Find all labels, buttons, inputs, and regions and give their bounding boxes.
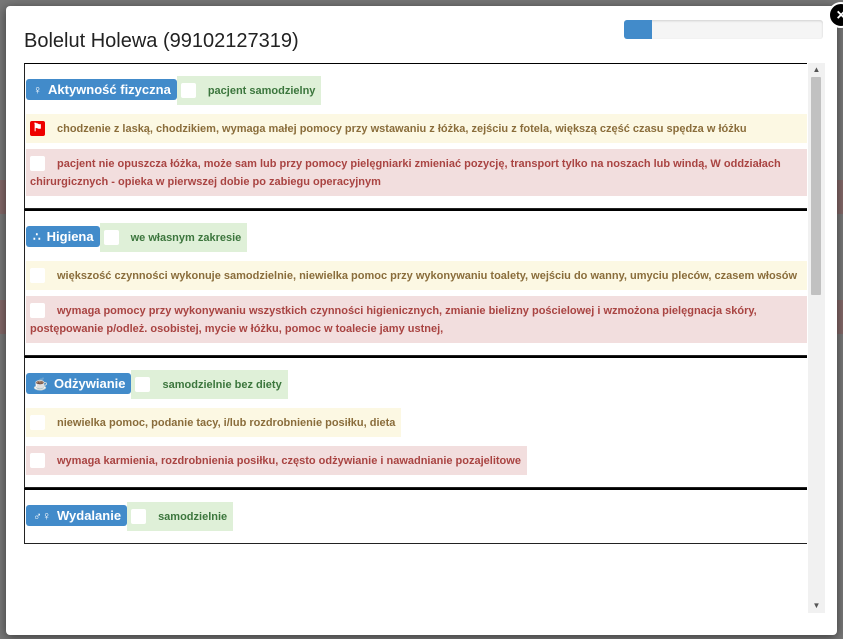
section-0: ♀ Aktywność fizyczna pacjent samodzielny ⚑ c… — [24, 63, 807, 209]
option-label: pacjent samodzielny — [207, 85, 316, 97]
person-icon: ♀ — [33, 83, 42, 97]
restroom-icon: ♂♀ — [33, 509, 51, 523]
section-badge: ∴ Higiena — [26, 226, 100, 247]
option-green[interactable]: we własnym zakresie — [99, 223, 248, 252]
scroll-area[interactable]: ♀ Aktywność fizyczna pacjent samodzielny ⚑ c… — [24, 63, 807, 613]
section-title: Wydalanie — [57, 508, 122, 523]
option-label: we własnym zakresie — [130, 232, 242, 244]
vertical-scrollbar[interactable]: ▲ ▼ — [808, 63, 825, 613]
option-label: samodzielnie bez diety — [162, 379, 282, 391]
modal-content: ♀ Aktywność fizyczna pacjent samodzielny ⚑ c… — [24, 63, 825, 613]
checked-walker-icon[interactable]: ⚑ — [30, 120, 45, 136]
section-badge: ♂♀ Wydalanie — [26, 505, 128, 526]
scroll-down-arrow-icon[interactable]: ▼ — [808, 599, 825, 613]
checkbox[interactable] — [103, 229, 119, 245]
section-3: ♂♀ Wydalanie samodzielnie — [24, 488, 807, 544]
option-label: chodzenie z laską, chodzikiem, wymaga ma… — [57, 123, 747, 135]
checkbox[interactable] — [135, 376, 151, 392]
patient-assessment-modal: × Bolelut Holewa (99102127319) ♀ Aktywnoś… — [6, 2, 843, 635]
option-label: pacjent nie opuszcza łóżka, może sam lub… — [30, 158, 781, 188]
scrollbar-thumb[interactable] — [811, 77, 821, 295]
option-green[interactable]: samodzielnie bez diety — [131, 370, 288, 399]
option-red[interactable]: pacjent nie opuszcza łóżka, może sam lub… — [26, 149, 807, 196]
section-title: Higiena — [46, 229, 94, 244]
option-yellow[interactable]: niewielka pomoc, podanie tacy, i/lub roz… — [26, 408, 402, 437]
option-yellow[interactable]: większość czynności wykonuje samodzielni… — [26, 261, 807, 290]
close-button[interactable]: × — [828, 2, 843, 28]
cup-icon: ☕ — [33, 377, 48, 391]
checkbox[interactable] — [180, 82, 196, 98]
option-label: samodzielnie — [158, 511, 228, 523]
section-badge: ☕ Odżywianie — [26, 373, 132, 394]
option-label: wymaga pomocy przy wykonywaniu wszystkic… — [30, 305, 757, 335]
checkbox[interactable] — [30, 302, 45, 318]
option-yellow[interactable]: ⚑ chodzenie z laską, chodzikiem, wymaga m… — [26, 114, 807, 143]
checkbox[interactable] — [30, 155, 45, 171]
checkbox[interactable] — [30, 452, 45, 468]
modal-title: Bolelut Holewa (99102127319) — [24, 30, 299, 52]
progress-bar — [624, 20, 823, 39]
section-1: ∴ Higiena we własnym zakresie większość czy… — [24, 209, 807, 356]
section-title: Aktywność fizyczna — [48, 82, 171, 97]
option-green[interactable]: samodzielnie — [127, 502, 234, 531]
option-label: wymaga karmienia, rozdrobnienia posiłku,… — [57, 455, 521, 467]
checkbox[interactable] — [30, 414, 45, 430]
option-label: większość czynności wykonuje samodzielni… — [57, 270, 798, 282]
option-label: niewielka pomoc, podanie tacy, i/lub roz… — [57, 417, 396, 429]
checkbox[interactable] — [131, 508, 147, 524]
option-red[interactable]: wymaga pomocy przy wykonywaniu wszystkic… — [26, 296, 807, 343]
checkbox[interactable] — [30, 267, 45, 283]
option-red[interactable]: wymaga karmienia, rozdrobnienia posiłku,… — [26, 446, 527, 475]
progress-bar-fill — [624, 20, 652, 39]
option-green[interactable]: pacjent samodzielny — [176, 76, 322, 105]
section-badge: ♀ Aktywność fizyczna — [26, 79, 177, 100]
water-drops-icon: ∴ — [33, 230, 41, 244]
section-title: Odżywianie — [53, 376, 126, 391]
scroll-up-arrow-icon[interactable]: ▲ — [808, 63, 825, 77]
section-2: ☕ Odżywianie samodzielnie bez diety niewiel… — [24, 356, 807, 488]
